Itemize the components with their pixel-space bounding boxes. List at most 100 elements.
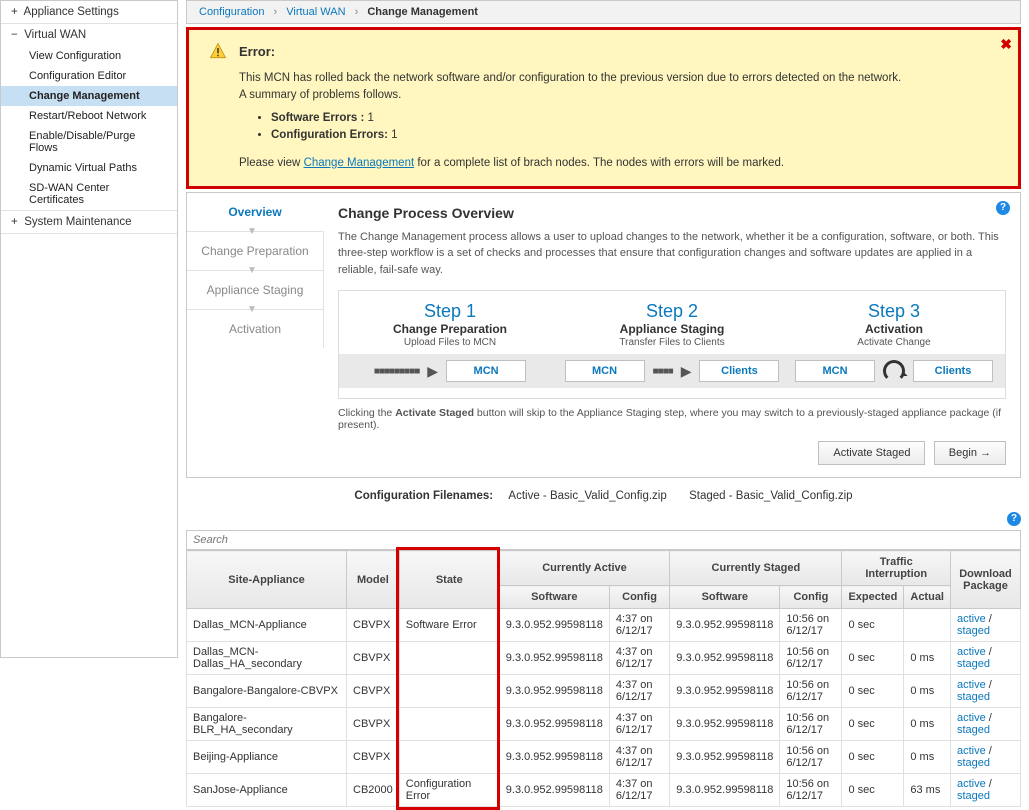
change-management-link[interactable]: Change Management xyxy=(304,157,415,169)
mcn-button[interactable]: MCN xyxy=(795,360,875,382)
download-staged-link[interactable]: staged xyxy=(957,658,990,670)
cell-download: active / staged xyxy=(951,708,1021,741)
alert-footer: Please view Change Management for a comp… xyxy=(239,155,998,172)
tab-change-preparation[interactable]: Change Preparation▼ xyxy=(187,232,324,271)
col-currently-staged[interactable]: Currently Staged xyxy=(670,551,842,586)
cell-download: active / staged xyxy=(951,774,1021,807)
mcn-button[interactable]: MCN xyxy=(565,360,645,382)
col-actual[interactable]: Actual xyxy=(904,586,951,609)
bullet-label: Configuration Errors: xyxy=(271,129,388,141)
cell-staged-sw: 9.3.0.952.99598118 xyxy=(670,774,780,807)
cell-staged-sw: 9.3.0.952.99598118 xyxy=(670,708,780,741)
download-staged-link[interactable]: staged xyxy=(957,724,990,736)
mcn-button[interactable]: MCN xyxy=(446,360,526,382)
clients-button[interactable]: Clients xyxy=(913,360,993,382)
breadcrumb-link[interactable]: Configuration xyxy=(199,6,264,18)
help-icon[interactable]: ? xyxy=(1007,512,1021,526)
activate-staged-button[interactable]: Activate Staged xyxy=(818,441,925,465)
cell-active-sw: 9.3.0.952.99598118 xyxy=(499,708,609,741)
sidebar-item[interactable]: Restart/Reboot Network xyxy=(1,106,177,126)
cell-expected: 0 sec xyxy=(842,708,904,741)
cell-expected: 0 sec xyxy=(842,642,904,675)
col-config[interactable]: Config xyxy=(780,586,842,609)
sidebar-item[interactable]: View Configuration xyxy=(1,46,177,66)
cell-staged-sw: 9.3.0.952.99598118 xyxy=(670,642,780,675)
step-1: Step 1 Change Preparation Upload Files t… xyxy=(339,301,561,348)
download-active-link[interactable]: active xyxy=(957,778,986,790)
download-active-link[interactable]: active xyxy=(957,646,986,658)
col-config[interactable]: Config xyxy=(609,586,669,609)
cell-site: Bangalore-Bangalore-CBVPX xyxy=(187,675,347,708)
col-currently-active[interactable]: Currently Active xyxy=(499,551,670,586)
config-filenames: Configuration Filenames: Active - Basic_… xyxy=(186,490,1021,502)
search-input[interactable] xyxy=(186,530,1021,550)
arrow-icon: ■■■■■■■■■ xyxy=(374,366,419,377)
col-traffic[interactable]: Traffic Interruption xyxy=(842,551,951,586)
download-active-link[interactable]: active xyxy=(957,712,986,724)
cell-model: CBVPX xyxy=(347,642,400,675)
sidebar-section-header[interactable]: + System Maintenance xyxy=(1,211,177,233)
cell-state: Configuration Error xyxy=(399,774,499,807)
cell-site: Dallas_MCN-Dallas_HA_secondary xyxy=(187,642,347,675)
col-state[interactable]: State xyxy=(399,551,499,609)
col-expected[interactable]: Expected xyxy=(842,586,904,609)
cell-staged-cfg: 10:56 on 6/12/17 xyxy=(780,675,842,708)
sidebar-item[interactable]: Dynamic Virtual Paths xyxy=(1,158,177,178)
download-active-link[interactable]: active xyxy=(957,679,986,691)
col-site[interactable]: Site-Appliance xyxy=(187,551,347,609)
sidebar-item[interactable]: SD-WAN Center Certificates xyxy=(1,178,177,210)
close-icon[interactable]: ✖ xyxy=(1000,34,1012,55)
cell-active-cfg: 4:37 on 6/12/17 xyxy=(609,774,669,807)
table-row: Dallas_MCN-Dallas_HA_secondary CBVPX 9.3… xyxy=(187,642,1021,675)
cell-model: CB2000 xyxy=(347,774,400,807)
cell-state: Software Error xyxy=(399,609,499,642)
cell-state xyxy=(399,708,499,741)
sidebar-item[interactable]: Configuration Editor xyxy=(1,66,177,86)
step-3: Step 3 Activation Activate Change xyxy=(783,301,1005,348)
sidebar: + Appliance Settings− Virtual WANView Co… xyxy=(0,0,178,658)
cell-staged-cfg: 10:56 on 6/12/17 xyxy=(780,708,842,741)
download-active-link[interactable]: active xyxy=(957,745,986,757)
cell-actual: 0 ms xyxy=(904,708,951,741)
tab-appliance-staging[interactable]: Appliance Staging▼ xyxy=(187,271,324,310)
sidebar-section-header[interactable]: + Appliance Settings xyxy=(1,1,177,23)
overview-panel: Overview▼ Change Preparation▼ Appliance … xyxy=(186,192,1021,479)
sidebar-section-header[interactable]: − Virtual WAN xyxy=(1,24,177,46)
col-model[interactable]: Model xyxy=(347,551,400,609)
table-row: Beijing-Appliance CBVPX 9.3.0.952.995981… xyxy=(187,741,1021,774)
cell-download: active / staged xyxy=(951,609,1021,642)
col-software[interactable]: Software xyxy=(499,586,609,609)
cell-staged-sw: 9.3.0.952.99598118 xyxy=(670,675,780,708)
begin-button[interactable]: Begin → xyxy=(934,441,1006,465)
table-row: Bangalore-BLR_HA_secondary CBVPX 9.3.0.9… xyxy=(187,708,1021,741)
cell-staged-cfg: 10:56 on 6/12/17 xyxy=(780,609,842,642)
col-software[interactable]: Software xyxy=(670,586,780,609)
error-alert: ✖ Error: This MCN has rolled back the ne… xyxy=(186,27,1021,189)
cell-staged-cfg: 10:56 on 6/12/17 xyxy=(780,642,842,675)
cell-actual: 0 ms xyxy=(904,675,951,708)
download-staged-link[interactable]: staged xyxy=(957,625,990,637)
sidebar-item[interactable]: Change Management xyxy=(1,86,177,106)
download-staged-link[interactable]: staged xyxy=(957,790,990,802)
main-area: Configuration › Virtual WAN › Change Man… xyxy=(178,0,1029,658)
tab-activation[interactable]: Activation xyxy=(187,310,324,348)
chevron-right-icon: › xyxy=(355,6,359,18)
steps-box: Step 1 Change Preparation Upload Files t… xyxy=(338,290,1006,399)
tab-overview[interactable]: Overview▼ xyxy=(187,193,324,232)
help-icon[interactable]: ? xyxy=(996,201,1010,215)
sidebar-item[interactable]: Enable/Disable/Purge Flows xyxy=(1,126,177,158)
panel-note: Clicking the Activate Staged button will… xyxy=(338,407,1006,431)
cell-model: CBVPX xyxy=(347,609,400,642)
table-row: Bangalore-Bangalore-CBVPX CBVPX 9.3.0.95… xyxy=(187,675,1021,708)
clients-button[interactable]: Clients xyxy=(699,360,779,382)
download-staged-link[interactable]: staged xyxy=(957,691,990,703)
panel-tabs: Overview▼ Change Preparation▼ Appliance … xyxy=(187,193,324,478)
download-active-link[interactable]: active xyxy=(957,613,986,625)
cell-download: active / staged xyxy=(951,741,1021,774)
panel-description: The Change Management process allows a u… xyxy=(338,229,1006,279)
breadcrumb: Configuration › Virtual WAN › Change Man… xyxy=(186,0,1021,24)
col-download[interactable]: Download Package xyxy=(951,551,1021,609)
breadcrumb-link[interactable]: Virtual WAN xyxy=(286,6,345,18)
alert-bullets: Software Errors : 1 Configuration Errors… xyxy=(271,110,998,145)
download-staged-link[interactable]: staged xyxy=(957,757,990,769)
